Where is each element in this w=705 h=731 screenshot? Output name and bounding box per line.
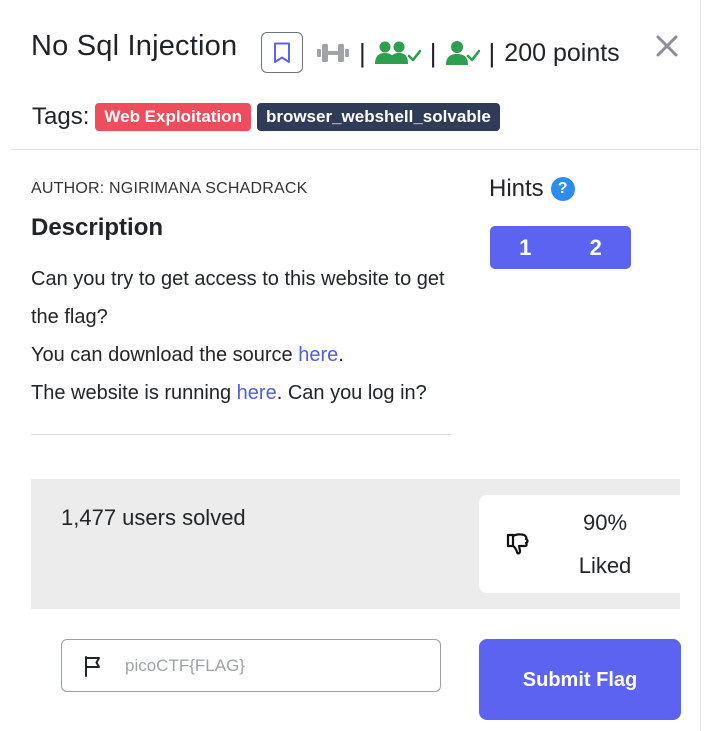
- description-line: Can you try to get access to this websit…: [31, 268, 445, 328]
- description-divider: [31, 434, 451, 435]
- hint-button-2[interactable]: 2: [561, 226, 632, 269]
- close-button[interactable]: [654, 33, 680, 59]
- like-card: 90% Liked: [479, 495, 680, 593]
- flag-input[interactable]: [125, 655, 425, 676]
- meta-separator: |: [359, 37, 366, 68]
- challenge-title: No Sql Injection: [31, 30, 238, 62]
- liked-percentage: 90%: [582, 510, 628, 535]
- header-divider: [10, 149, 699, 150]
- flag-icon: [85, 655, 100, 677]
- stats-panel: 1,477 users solved 90% Liked: [31, 479, 680, 609]
- hint-button-1[interactable]: 1: [490, 226, 561, 269]
- description-heading: Description: [31, 214, 164, 241]
- description-line: The website is running here. Can you log…: [31, 382, 427, 404]
- challenge-meta: | | | 200 points: [316, 36, 620, 70]
- dumbbell-icon: [317, 44, 349, 62]
- close-icon: [656, 35, 678, 57]
- bookmark-button[interactable]: [261, 32, 303, 73]
- website-link[interactable]: here: [237, 382, 277, 404]
- hints-title: Hints: [489, 175, 544, 202]
- description-body: Can you try to get access to this websit…: [31, 260, 461, 412]
- tag-web-exploitation[interactable]: Web Exploitation: [95, 103, 251, 131]
- flag-input-wrapper: [61, 639, 441, 692]
- meta-separator: |: [488, 37, 496, 68]
- tags-row: Tags: Web Exploitation browser_webshell_…: [32, 103, 506, 131]
- users-solved-count: 1,477 users solved: [61, 505, 246, 530]
- source-download-link[interactable]: here: [298, 344, 338, 366]
- tags-label: Tags:: [32, 103, 90, 130]
- users-check-icon: [374, 41, 421, 64]
- hints-heading: Hints ?: [489, 175, 575, 203]
- meta-separator: |: [429, 37, 437, 68]
- liked-label: Liked: [578, 553, 632, 578]
- hint-button-group: 1 2: [490, 226, 631, 269]
- help-icon[interactable]: ?: [550, 177, 575, 201]
- tag-browser-webshell[interactable]: browser_webshell_solvable: [256, 103, 500, 131]
- user-check-icon: [445, 41, 480, 65]
- description-line: You can download the source here.: [31, 344, 344, 366]
- modal-edge: [700, 0, 701, 731]
- submit-flag-button[interactable]: Submit Flag: [479, 639, 681, 720]
- points-value: 200 points: [504, 38, 620, 67]
- bookmark-icon: [274, 42, 290, 63]
- author-line: AUTHOR: NGIRIMANA SCHADRACK: [31, 180, 308, 197]
- challenge-modal: No Sql Injection | | | 200 points Tags: …: [0, 0, 705, 731]
